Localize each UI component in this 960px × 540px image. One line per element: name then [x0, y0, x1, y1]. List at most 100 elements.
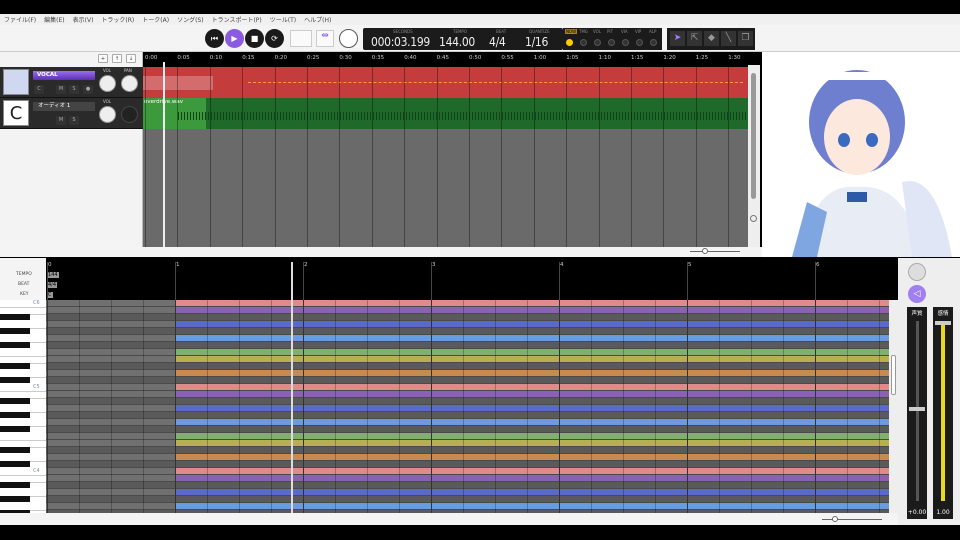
menu-edit[interactable]: 編集(E): [44, 15, 64, 24]
pitch-row[interactable]: [46, 377, 889, 384]
playhead[interactable]: [163, 62, 165, 247]
menu-transport[interactable]: トランスポート(P): [212, 15, 262, 24]
module-toggle[interactable]: [636, 39, 643, 46]
time-ruler[interactable]: 0:00 0:05 0:10 0:15 0:20 0:25 0:30 0:35 0:40 0:45…: [143, 52, 748, 67]
split-icon[interactable]: ⇹: [316, 30, 334, 47]
pitch-row[interactable]: [46, 328, 889, 335]
h-zoom-slider[interactable]: [832, 516, 838, 522]
mute-button[interactable]: M: [56, 85, 66, 94]
solo-button[interactable]: S: [69, 116, 79, 125]
menu-help[interactable]: ヘルプ(H): [304, 15, 331, 24]
pitch-row[interactable]: [46, 454, 889, 461]
zoom-slider-handle[interactable]: [750, 215, 757, 222]
speaker-icon[interactable]: ◁: [908, 285, 926, 303]
menu-view[interactable]: 表示(V): [73, 15, 94, 24]
black-key[interactable]: [0, 461, 30, 467]
pitch-row[interactable]: [46, 363, 889, 370]
pitch-row[interactable]: [46, 398, 889, 405]
volume-knob[interactable]: [99, 75, 116, 92]
loop-button[interactable]: ⟳: [265, 29, 284, 48]
pitch-row[interactable]: [46, 433, 889, 440]
pitch-row[interactable]: [46, 314, 889, 321]
pan-knob[interactable]: [121, 75, 138, 92]
pitch-row[interactable]: [46, 300, 889, 307]
pitch-row[interactable]: [46, 307, 889, 314]
pitch-row[interactable]: [46, 426, 889, 433]
metronome-icon[interactable]: [339, 29, 358, 48]
track-audio[interactable]: C オーディオ 1 M S VOL: [0, 98, 143, 129]
module-toggle[interactable]: [580, 39, 587, 46]
pitch-row[interactable]: [46, 405, 889, 412]
emotion-slider[interactable]: 感情 1.00: [933, 307, 953, 519]
solo-button[interactable]: S: [69, 85, 79, 94]
pitch-row[interactable]: [46, 461, 889, 468]
piano-roll-vertical-scrollbar[interactable]: [889, 300, 898, 513]
c-button[interactable]: C: [34, 85, 44, 94]
black-key[interactable]: [0, 447, 30, 453]
select-tool-icon[interactable]: ➤: [670, 31, 685, 46]
pitch-row[interactable]: [46, 489, 889, 496]
black-key[interactable]: [0, 398, 30, 404]
pitch-row[interactable]: [46, 349, 889, 356]
piano-roll-grid[interactable]: [46, 300, 889, 513]
round-button[interactable]: [908, 263, 926, 281]
black-key[interactable]: [0, 377, 30, 383]
h-zoom-slider[interactable]: [702, 248, 708, 254]
track-name[interactable]: オーディオ 1: [33, 102, 95, 111]
pitch-row[interactable]: [46, 391, 889, 398]
black-key[interactable]: [0, 412, 30, 418]
pitch-row[interactable]: [46, 419, 889, 426]
black-key[interactable]: [0, 426, 30, 432]
track-timeline[interactable]: 0:00 0:05 0:10 0:15 0:20 0:25 0:30 0:35 0:40 0:45…: [143, 52, 748, 247]
module-toggle[interactable]: [594, 39, 601, 46]
track-vocal[interactable]: VOCAL C M S ● VOL PAN: [0, 67, 143, 98]
black-key[interactable]: [0, 496, 30, 502]
play-button[interactable]: ▶: [225, 29, 244, 48]
add-track-button[interactable]: +: [98, 54, 108, 63]
beat-value[interactable]: 4/4: [489, 35, 506, 49]
vocal-clip[interactable]: [143, 67, 748, 98]
piano-roll-playhead[interactable]: [291, 262, 293, 513]
pointer-tool-icon[interactable]: ⇱: [687, 31, 702, 46]
module-toggle[interactable]: [650, 39, 657, 46]
pitch-row[interactable]: [46, 342, 889, 349]
black-key[interactable]: [0, 342, 30, 348]
module-toggle[interactable]: [566, 39, 573, 46]
track-name[interactable]: VOCAL: [33, 71, 95, 80]
black-key[interactable]: [0, 314, 30, 320]
module-toggle[interactable]: [608, 39, 615, 46]
quantize-value[interactable]: 1/16: [525, 35, 548, 49]
pitch-row[interactable]: [46, 447, 889, 454]
audio-clip[interactable]: overdrive.wav: [143, 98, 748, 129]
pitch-row[interactable]: [46, 496, 889, 503]
pitch-row[interactable]: [46, 412, 889, 419]
black-key[interactable]: [0, 363, 30, 369]
mute-button[interactable]: M: [56, 116, 66, 125]
record-icon[interactable]: ●: [83, 85, 93, 94]
black-key[interactable]: [0, 482, 30, 488]
emotion-handle[interactable]: [935, 321, 951, 325]
line-tool-icon[interactable]: ╲: [721, 31, 736, 46]
beat-marker[interactable]: 4/4: [47, 282, 58, 288]
track-vertical-scrollbar[interactable]: [748, 65, 760, 247]
menu-talk[interactable]: トーク(A): [142, 15, 169, 24]
move-down-button[interactable]: ↓: [126, 54, 136, 63]
pitch-row[interactable]: [46, 384, 889, 391]
stop-button[interactable]: ■: [245, 29, 264, 48]
eraser-tool-icon[interactable]: ◆: [704, 31, 719, 46]
pitch-row[interactable]: [46, 468, 889, 475]
voice-quality-handle[interactable]: [909, 407, 925, 411]
piano-keyboard[interactable]: C6 C5 C4: [0, 300, 46, 513]
rewind-button[interactable]: ⏮: [205, 29, 224, 48]
pitch-row[interactable]: [46, 321, 889, 328]
pitch-row[interactable]: [46, 335, 889, 342]
menu-song[interactable]: ソング(S): [177, 15, 204, 24]
window-tool-icon[interactable]: ❐: [738, 31, 753, 46]
module-toggle[interactable]: [622, 39, 629, 46]
pitch-row[interactable]: [46, 475, 889, 482]
tempo-value[interactable]: 144.00: [439, 35, 475, 49]
black-key[interactable]: [0, 328, 30, 334]
pitch-row[interactable]: [46, 482, 889, 489]
menu-tools[interactable]: ツール(T): [270, 15, 296, 24]
pitch-row[interactable]: [46, 356, 889, 363]
